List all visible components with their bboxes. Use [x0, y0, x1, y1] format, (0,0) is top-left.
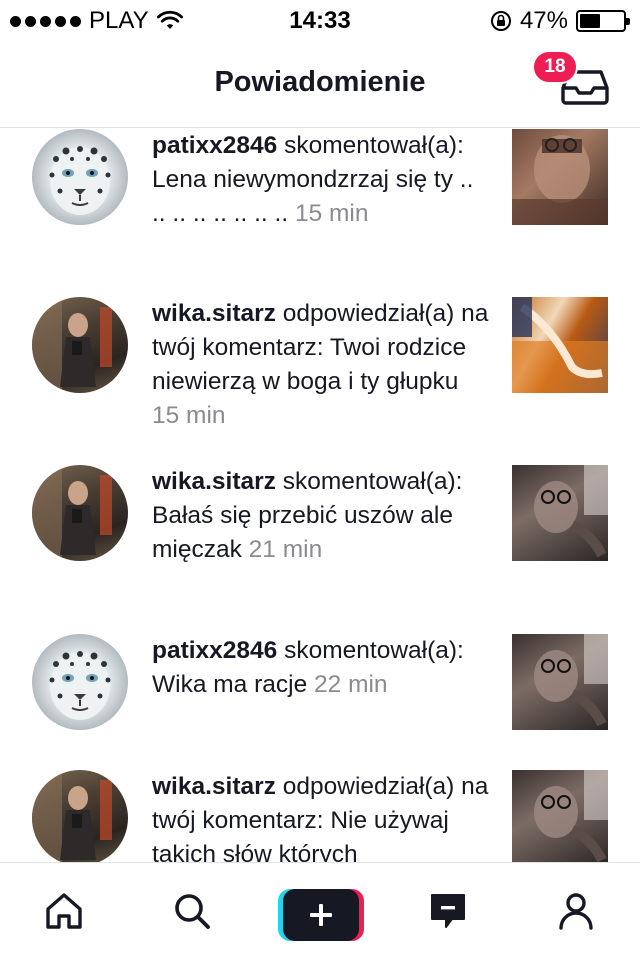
- create-plus-icon: [310, 904, 332, 926]
- inbox-message-icon: [431, 894, 465, 928]
- avatar[interactable]: [32, 129, 128, 225]
- create-button-face: [283, 889, 359, 941]
- person-selfie-avatar-icon: [32, 465, 112, 561]
- home-icon: [46, 893, 82, 929]
- notification-time: 15 min: [152, 402, 226, 429]
- notification-text[interactable]: patixx2846 skomentował(a): Wika ma racje…: [152, 634, 492, 702]
- notification-time: 15 min: [294, 200, 369, 227]
- notification-username[interactable]: patixx2846: [152, 637, 277, 664]
- person-selfie-avatar-icon: [32, 770, 112, 862]
- notification-username[interactable]: wika.sitarz: [152, 773, 276, 800]
- snow-leopard-avatar-icon: [49, 146, 111, 215]
- profile-icon: [559, 893, 593, 930]
- notification-time: 21 min: [248, 536, 323, 563]
- video-thumbnail[interactable]: [512, 465, 608, 561]
- video-thumbnail[interactable]: [512, 634, 608, 730]
- inbox-badge[interactable]: 18: [532, 50, 578, 84]
- status-bar: PLAY 14:33 47%: [0, 0, 640, 40]
- video-thumbnail[interactable]: [512, 297, 608, 393]
- avatar[interactable]: [32, 634, 128, 730]
- bottom-nav: [0, 862, 640, 960]
- notification-username[interactable]: patixx2846: [152, 132, 277, 159]
- nav-profile-button[interactable]: [552, 887, 600, 935]
- snow-leopard-avatar-icon: [49, 651, 111, 720]
- notification-text[interactable]: wika.sitarz odpowiedział(a) na twój kome…: [152, 297, 492, 433]
- search-icon: [175, 894, 210, 929]
- orange-abstract-thumbnail: [512, 297, 608, 393]
- person-selfie-avatar-icon: [32, 297, 112, 393]
- girl-with-glasses-thumbnail: [534, 634, 608, 727]
- nav-home-button[interactable]: [40, 887, 88, 935]
- video-thumbnail[interactable]: [512, 770, 608, 862]
- girl-with-glasses-thumbnail: [534, 770, 608, 862]
- avatar[interactable]: [32, 770, 128, 862]
- battery-area: 47%: [490, 7, 630, 35]
- create-button[interactable]: [278, 889, 364, 941]
- nav-search-button[interactable]: [168, 887, 216, 935]
- girl-with-glasses-thumbnail: [534, 465, 608, 558]
- video-thumbnail[interactable]: [512, 129, 608, 225]
- battery-icon: [576, 10, 630, 32]
- orientation-lock-icon: [490, 11, 511, 31]
- nav-inbox-button[interactable]: [424, 887, 472, 935]
- notification-username[interactable]: wika.sitarz: [152, 300, 276, 327]
- notification-text[interactable]: patixx2846 skomentował(a): Lena niewymon…: [152, 129, 492, 231]
- battery-level: [580, 14, 600, 28]
- avatar[interactable]: [32, 297, 128, 393]
- notification-text[interactable]: wika.sitarz skomentował(a): Bałaś się pr…: [152, 465, 492, 567]
- notification-text[interactable]: wika.sitarz odpowiedział(a) na twój kome…: [152, 770, 492, 862]
- notification-username[interactable]: wika.sitarz: [152, 468, 276, 495]
- notification-time: 22 min: [314, 671, 388, 698]
- notification-list[interactable]: patixx2846 skomentował(a): Lena niewymon…: [0, 129, 640, 862]
- header: Powiadomienie 18: [0, 40, 640, 128]
- avatar[interactable]: [32, 465, 128, 561]
- battery-percent: 47%: [519, 7, 568, 34]
- girl-with-glasses-thumbnail: [512, 135, 608, 225]
